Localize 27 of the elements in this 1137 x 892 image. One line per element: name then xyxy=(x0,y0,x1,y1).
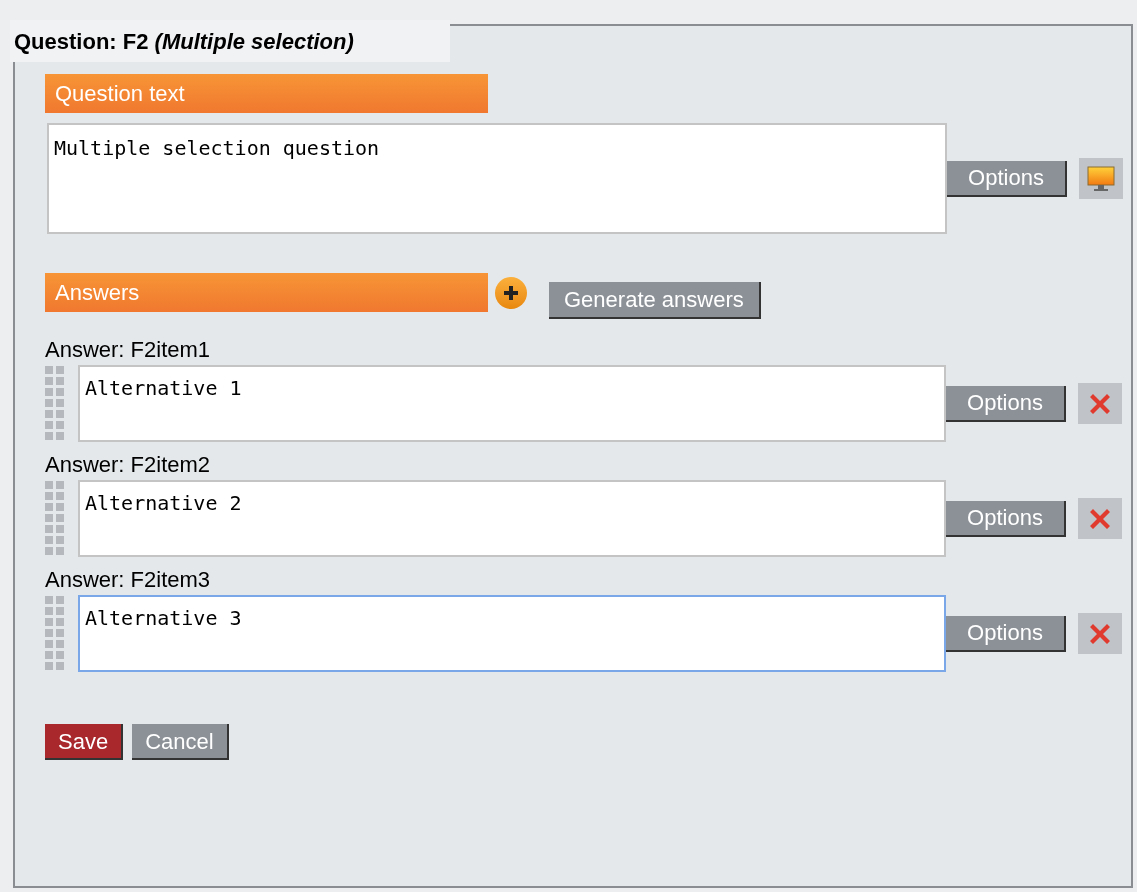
question-legend: Question: F2 (Multiple selection) xyxy=(10,20,450,62)
cancel-button[interactable]: Cancel xyxy=(132,724,229,760)
delete-button[interactable] xyxy=(1078,383,1122,424)
options-button[interactable]: Options xyxy=(946,615,1066,652)
add-button[interactable] xyxy=(495,276,527,309)
answer-field[interactable]: Alternative 2 xyxy=(78,480,946,557)
answer-label: Answer: F2item1 xyxy=(45,337,212,363)
plus-icon xyxy=(504,285,518,300)
monitor-icon xyxy=(1087,165,1115,192)
options-button[interactable]: Options xyxy=(946,385,1066,422)
drag-handle-icon[interactable] xyxy=(45,480,65,557)
section-heading: Question text xyxy=(45,74,488,113)
answer-field[interactable]: Alternative 3 xyxy=(78,595,946,672)
delete-button[interactable] xyxy=(1078,498,1122,539)
save-button[interactable]: Save xyxy=(45,724,124,760)
preview-button[interactable] xyxy=(1079,158,1123,199)
section-heading: Answers xyxy=(45,273,488,312)
drag-handle-icon[interactable] xyxy=(45,595,65,672)
options-button[interactable]: Options xyxy=(947,160,1067,197)
answer-field[interactable]: Alternative 1 xyxy=(78,365,946,442)
question-text-field[interactable]: Multiple selection question xyxy=(47,123,947,234)
options-button[interactable]: Options xyxy=(946,500,1066,537)
answer-label: Answer: F2item2 xyxy=(45,452,212,478)
delete-button[interactable] xyxy=(1078,613,1122,654)
generate-answers-button[interactable]: Generate answers xyxy=(549,282,761,319)
drag-handle-icon[interactable] xyxy=(45,365,65,442)
answer-label: Answer: F2item3 xyxy=(45,567,212,593)
